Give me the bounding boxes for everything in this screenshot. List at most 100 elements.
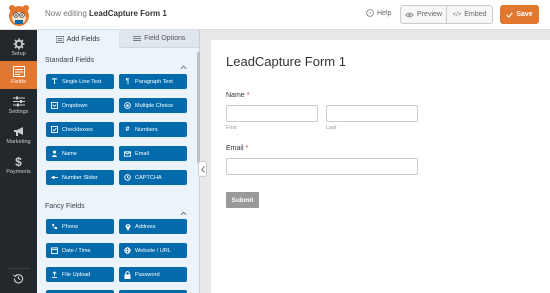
name-label-text: Name — [226, 92, 245, 99]
email-label: Email * — [226, 145, 248, 152]
field-label: Date / Time — [62, 247, 91, 254]
last-sublabel: Last — [326, 125, 337, 131]
map-pin-icon — [124, 223, 131, 231]
tab-add-fields-label: Add Fields — [66, 35, 100, 43]
field-multiple-choice[interactable]: Multiple Choice — [119, 98, 187, 113]
field-label: Address — [135, 223, 156, 230]
field-label: Dropdown — [62, 102, 88, 109]
eye-icon — [405, 12, 414, 17]
field-phone[interactable]: Phone — [46, 219, 114, 234]
tab-field-options-label: Field Options — [144, 35, 186, 42]
field-number-slider[interactable]: Number Slider — [46, 170, 114, 185]
preview-label: Preview — [417, 11, 442, 18]
field-paragraph-text[interactable]: ¶ Paragraph Text — [119, 74, 187, 89]
tab-add-fields[interactable]: Add Fields — [37, 30, 119, 48]
email-label-text: Email — [226, 145, 244, 152]
nav-label-marketing: Marketing — [6, 138, 31, 145]
field-label: Number Slider — [62, 174, 98, 181]
editing-prefix: Now editing — [45, 9, 87, 18]
form-name: LeadCapture Form 1 — [89, 9, 167, 18]
upload-icon — [51, 271, 58, 278]
required-mark: * — [246, 92, 250, 99]
field-captcha[interactable]: CAPTCHA — [119, 170, 187, 185]
gear-icon — [13, 38, 25, 50]
field-password[interactable]: Password — [119, 267, 187, 282]
code-icon: </> — [452, 11, 462, 18]
dollar-icon: $ — [15, 154, 22, 169]
editing-title: Now editing LeadCapture Form 1 — [45, 9, 167, 18]
field-label: Phone — [62, 223, 79, 230]
nav-item-payments[interactable]: $ Payments — [0, 151, 37, 179]
field-dropdown[interactable]: Dropdown — [46, 98, 114, 113]
embed-label: Embed — [464, 11, 487, 18]
standard-fields-title: Standard Fields — [45, 57, 95, 64]
dropdown-icon — [51, 102, 58, 109]
email-input[interactable] — [226, 158, 418, 175]
tab-field-options[interactable]: Field Options — [118, 30, 199, 48]
field-label: Numbers — [135, 126, 158, 133]
name-label: Name * — [226, 92, 249, 99]
preview-embed-group: Preview </> Embed — [400, 5, 493, 24]
nav-item-marketing[interactable]: Marketing — [0, 121, 37, 149]
link-icon — [124, 247, 131, 254]
collapse-panel-button[interactable] — [198, 161, 207, 177]
field-checkboxes[interactable]: Checkboxes — [46, 122, 114, 137]
field-label: Checkboxes — [62, 126, 93, 133]
fields-icon — [12, 66, 25, 78]
nav-label-settings: Settings — [8, 108, 29, 115]
calendar-icon — [51, 247, 58, 254]
field-file-upload[interactable]: File Upload — [46, 267, 114, 282]
help-label: Help — [377, 9, 392, 17]
nav-item-fields[interactable]: Fields — [0, 61, 37, 89]
nav-item-settings[interactable]: Settings — [0, 91, 37, 119]
field-label: File Upload — [62, 271, 91, 278]
slider-icon — [51, 174, 58, 181]
radio-icon — [124, 102, 131, 109]
sliders-icon — [133, 36, 142, 41]
field-label: Single Line Text — [62, 78, 102, 85]
check-icon — [506, 12, 514, 18]
left-nav: Setup Fields Settings Marketing $ Paymen… — [0, 30, 37, 293]
field-email[interactable]: Email — [119, 146, 187, 161]
field-label: CAPTCHA — [135, 174, 162, 181]
nav-item-setup[interactable]: Setup — [0, 33, 37, 61]
list-icon — [55, 35, 64, 43]
panel-tabs: Add Fields Field Options — [37, 30, 199, 48]
megaphone-icon — [13, 126, 25, 138]
nav-label-fields: Fields — [11, 78, 26, 85]
sliders-icon — [12, 96, 25, 108]
field-single-line-text[interactable]: Single Line Text — [46, 74, 114, 89]
form-title: LeadCapture Form 1 — [226, 54, 346, 69]
captcha-icon — [124, 174, 131, 181]
last-name-input[interactable] — [326, 105, 418, 122]
history-icon — [13, 274, 24, 284]
save-button[interactable]: Save — [500, 5, 539, 24]
wpforms-logo — [0, 0, 37, 30]
lock-icon — [124, 270, 131, 279]
embed-button[interactable]: </> Embed — [446, 6, 492, 23]
revisions-button[interactable] — [7, 268, 30, 288]
user-icon — [51, 150, 58, 157]
field-website-url[interactable]: Website / URL — [119, 243, 187, 258]
preview-button[interactable]: Preview — [401, 6, 446, 23]
help-button[interactable]: ? Help — [366, 9, 391, 17]
help-icon: ? — [366, 9, 374, 17]
checkbox-icon — [51, 126, 58, 133]
field-label: Website / URL — [135, 247, 171, 254]
field-label: Paragraph Text — [135, 78, 173, 85]
svg-text:?: ? — [369, 11, 372, 17]
field-name[interactable]: Name — [46, 146, 114, 161]
field-label: Password — [135, 271, 160, 278]
first-sublabel: First — [226, 125, 237, 131]
standard-collapse-chevron-icon[interactable] — [180, 57, 187, 75]
field-numbers[interactable]: # Numbers — [119, 122, 187, 137]
required-mark: * — [245, 145, 249, 152]
submit-button[interactable]: Submit — [226, 192, 259, 208]
first-name-input[interactable] — [226, 105, 318, 122]
field-address[interactable]: Address — [119, 219, 187, 234]
paragraph-icon: ¶ — [125, 78, 130, 85]
field-date-time[interactable]: Date / Time — [46, 243, 114, 258]
field-label: Email — [135, 150, 149, 157]
hash-icon: # — [125, 126, 130, 133]
nav-label-setup: Setup — [11, 50, 26, 57]
